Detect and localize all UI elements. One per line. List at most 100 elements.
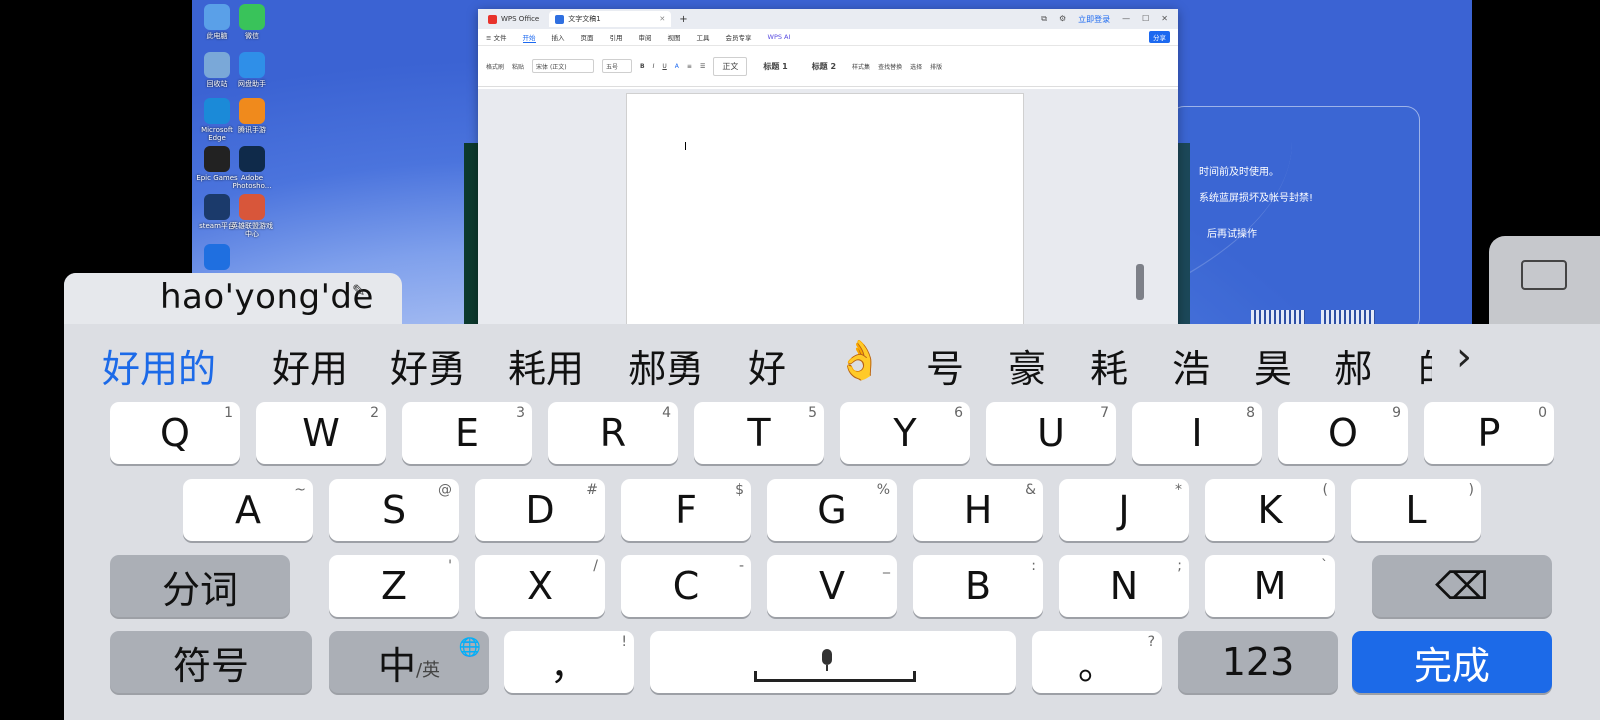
keyboard-toggle-button[interactable] <box>1489 236 1600 328</box>
candidate-item[interactable]: 耗 <box>1090 338 1128 393</box>
period-key[interactable]: 。? <box>1032 631 1162 693</box>
style-normal[interactable]: 正文 <box>713 56 748 76</box>
desktop-icon[interactable]: 微信 <box>230 4 274 40</box>
menu-home[interactable]: 开始 <box>522 32 536 43</box>
number-key[interactable]: 123 <box>1178 631 1338 693</box>
key-g[interactable]: G% <box>767 479 897 541</box>
tab-wps-office[interactable]: WPS Office <box>482 11 545 27</box>
key-o[interactable]: O9 <box>1278 402 1408 464</box>
new-tab-icon[interactable]: + <box>679 14 687 25</box>
maximize-icon[interactable]: ☐ <box>1142 14 1149 25</box>
login-button[interactable]: 立即登录 <box>1078 14 1110 25</box>
key-h[interactable]: H & <box>913 479 1043 541</box>
menu-tools[interactable]: 工具 <box>697 32 710 42</box>
document-page[interactable] <box>626 93 1024 330</box>
candidate-item[interactable]: 的 <box>1418 338 1432 393</box>
menu-insert[interactable]: 插入 <box>552 32 565 42</box>
close-icon[interactable]: ✕ <box>1161 14 1168 25</box>
desktop-icon[interactable]: 英雄联盟游戏中心 <box>230 194 274 238</box>
key-s[interactable]: S @ <box>329 479 459 541</box>
menu-page[interactable]: 页面 <box>581 32 594 42</box>
candidate-item[interactable]: 浩 <box>1172 338 1210 393</box>
key-f[interactable]: F $ <box>621 479 751 541</box>
close-tab-icon[interactable]: ✕ <box>659 15 665 23</box>
font-color-icon[interactable]: A <box>675 63 679 70</box>
restore-icon[interactable]: ⧉ <box>1041 14 1047 25</box>
desktop-icon[interactable]: 腾讯手游 <box>230 98 274 134</box>
done-key[interactable]: 完成 <box>1352 631 1552 693</box>
key-e[interactable]: E3 <box>402 402 532 464</box>
menu-wps-ai[interactable]: WPS AI <box>768 33 791 41</box>
candidate-item[interactable]: 耗用 <box>508 338 584 393</box>
key-a[interactable]: A ~ <box>183 479 313 541</box>
key-q[interactable]: Q1 <box>110 402 240 464</box>
style-heading1[interactable]: 标题 1 <box>755 58 795 75</box>
menu-review[interactable]: 审阅 <box>639 32 652 42</box>
candidate-item[interactable]: 好用的 <box>102 338 216 393</box>
key-sublabel: * <box>1175 482 1182 498</box>
bold-button[interactable]: B <box>640 63 645 70</box>
style-heading2[interactable]: 标题 2 <box>804 58 844 75</box>
backspace-key[interactable]: ⌫ <box>1372 555 1552 617</box>
share-button[interactable]: 分享 <box>1149 31 1170 43</box>
candidate-item[interactable]: 郝勇 <box>628 338 704 393</box>
key-w[interactable]: W2 <box>256 402 386 464</box>
italic-button[interactable]: I <box>653 63 655 70</box>
key-c[interactable]: C- <box>621 555 751 617</box>
list-icon[interactable]: ☰ <box>700 63 705 70</box>
space-key[interactable] <box>650 631 1016 693</box>
candidate-item[interactable]: 号 <box>926 338 964 393</box>
key-k[interactable]: K( <box>1205 479 1335 541</box>
key-r[interactable]: R4 <box>548 402 678 464</box>
symbols-key[interactable]: 符号 <box>110 631 312 693</box>
select-button[interactable]: 选择 <box>910 62 922 71</box>
layout-button[interactable]: 排版 <box>930 62 942 71</box>
paste-button[interactable]: 粘贴 <box>512 62 524 71</box>
menu-member[interactable]: 会员专享 <box>726 32 752 42</box>
minimize-icon[interactable]: — <box>1122 14 1130 25</box>
key-v[interactable]: V _ <box>767 555 897 617</box>
candidate-item[interactable]: 郝 <box>1334 338 1372 393</box>
candidate-item[interactable]: 好勇 <box>390 338 466 393</box>
key-x[interactable]: X / <box>475 555 605 617</box>
candidate-item[interactable]: 好用 <box>272 338 348 393</box>
desktop-icon[interactable]: Adobe Photosho... <box>230 146 274 190</box>
settings-icon[interactable]: ⚙ <box>1059 14 1066 25</box>
key-n[interactable]: N; <box>1059 555 1189 617</box>
key-i[interactable]: I8 <box>1132 402 1262 464</box>
desktop-icon[interactable]: 网盘助手 <box>230 52 274 88</box>
style-set-button[interactable]: 样式集 <box>852 62 870 71</box>
desktop-icon[interactable] <box>195 244 239 272</box>
candidate-item[interactable]: 豪 <box>1008 338 1046 393</box>
key-j[interactable]: J * <box>1059 479 1189 541</box>
more-candidates-icon[interactable]: › <box>1456 334 1472 380</box>
underline-button[interactable]: U <box>662 63 666 70</box>
key-label: B <box>964 564 992 608</box>
key-y[interactable]: Y6 <box>840 402 970 464</box>
key-t[interactable]: T5 <box>694 402 824 464</box>
drag-handle[interactable] <box>1136 264 1144 300</box>
align-icon[interactable]: ≡ <box>687 63 692 70</box>
key-p[interactable]: P0 <box>1424 402 1554 464</box>
key-d[interactable]: D # <box>475 479 605 541</box>
comma-key[interactable]: ，! <box>504 631 634 693</box>
language-key[interactable]: 中/英 🌐 <box>329 631 489 693</box>
candidate-item[interactable]: 昊 <box>1254 338 1292 393</box>
key-m[interactable]: M ` <box>1205 555 1335 617</box>
key-b[interactable]: B: <box>913 555 1043 617</box>
candidate-item[interactable]: 👌 <box>836 338 883 383</box>
format-painter-button[interactable]: 格式刷 <box>486 62 504 71</box>
segment-key[interactable]: 分词 <box>110 555 290 617</box>
candidate-item[interactable]: 好 <box>748 338 786 393</box>
menu-view[interactable]: 视图 <box>668 32 681 42</box>
tab-document[interactable]: 文字文稿1 ✕ <box>549 11 672 27</box>
menu-file[interactable]: ≡ 文件 <box>486 32 507 42</box>
menu-reference[interactable]: 引用 <box>610 32 623 42</box>
find-replace-button[interactable]: 查找替换 <box>878 62 902 71</box>
key-l[interactable]: L) <box>1351 479 1481 541</box>
font-size-select[interactable]: 五号 <box>602 59 633 73</box>
font-select[interactable]: 宋体 (正文) <box>532 59 595 73</box>
key-u[interactable]: U7 <box>986 402 1116 464</box>
edit-icon[interactable]: ✎ <box>352 281 365 300</box>
key-z[interactable]: Z ' <box>329 555 459 617</box>
